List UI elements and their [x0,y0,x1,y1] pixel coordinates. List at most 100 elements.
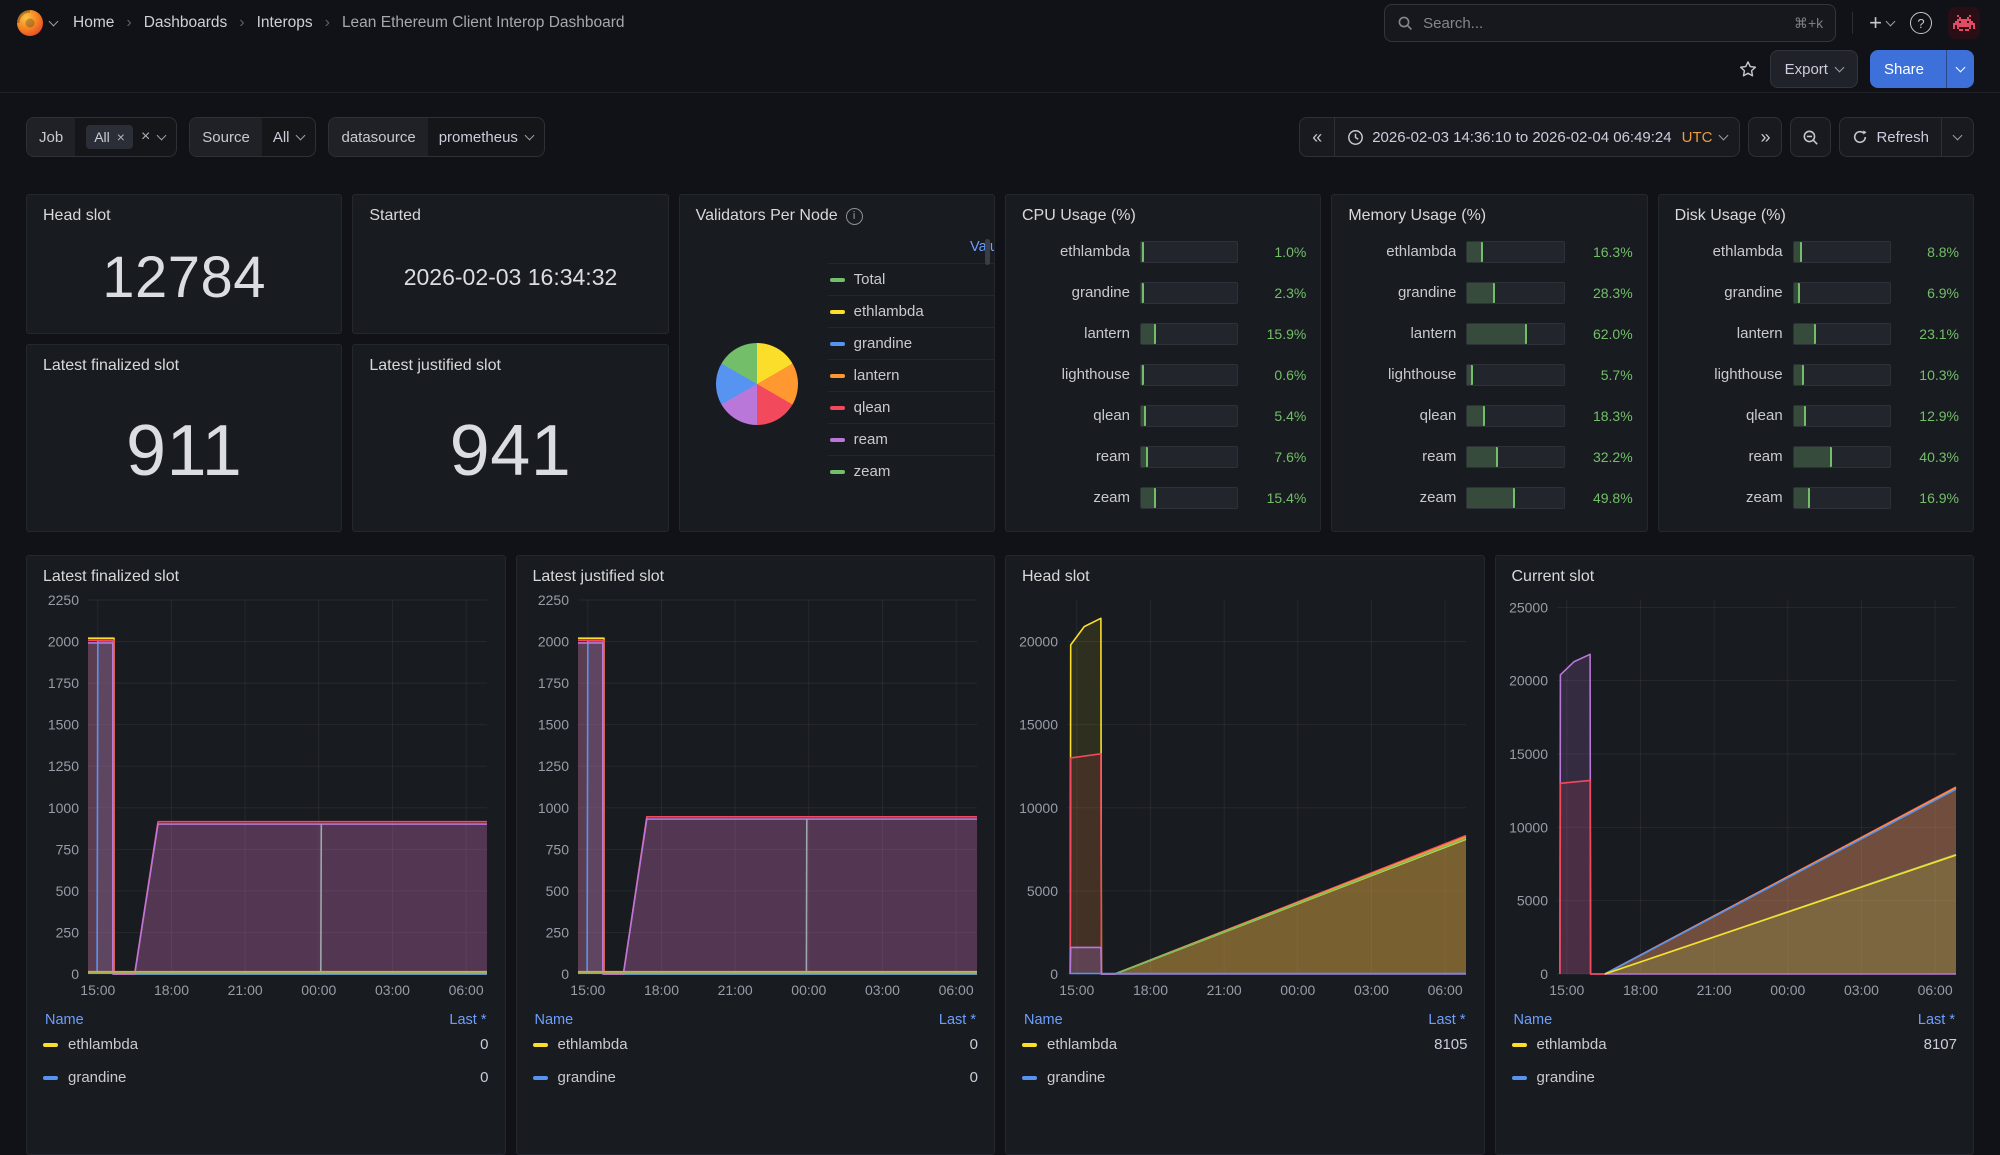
time-range-picker[interactable]: 2026-02-03 14:36:10 to 2026-02-04 06:49:… [1334,118,1739,156]
legend-item[interactable]: qlean [828,391,995,423]
add-button[interactable]: + [1869,12,1894,34]
legend-name-header[interactable]: Name [535,1012,574,1028]
panel-title[interactable]: Latest finalized slot [27,345,341,375]
panel-title[interactable]: Latest finalized slot [27,556,505,586]
time-shift-back-button[interactable]: « [1300,118,1334,156]
legend-item[interactable]: lantern [828,359,995,391]
legend-row[interactable]: ethlambda0 [533,1028,979,1061]
gauge-row: lighthouse5.7% [1346,354,1632,395]
source-filter[interactable]: Source All [189,117,316,157]
breadcrumb-item[interactable]: Home [73,14,114,32]
search-box[interactable]: ⌘+k [1384,4,1836,42]
panel-title[interactable]: CPU Usage (%) [1006,195,1320,225]
controls-row: Job All × × Source All datasource promet… [0,93,2000,157]
time-shift-forward-button[interactable]: » [1748,117,1782,157]
gauge-row: ethlambda8.8% [1673,231,1959,272]
panel-title[interactable]: Memory Usage (%) [1332,195,1646,225]
legend-item[interactable]: ethlambda [828,295,995,327]
clear-filter-icon[interactable]: × [141,129,150,145]
legend-item[interactable]: zeam [828,455,995,487]
legend-name-header[interactable]: Name [1024,1012,1063,1028]
panel-title[interactable]: Validators Per Node i [680,195,994,225]
pie-chart[interactable] [716,343,798,425]
dashboard-toolbar: Export Share [0,46,2000,93]
legend-name-header[interactable]: Name [45,1012,84,1028]
legend-name-header[interactable]: Name [1514,1012,1553,1028]
legend-last-header[interactable]: Last * [1918,1012,1955,1028]
chevron-down-icon [524,130,534,140]
panel-title[interactable]: Current slot [1496,556,1974,586]
legend-value-header[interactable]: Value [828,235,995,263]
gauge-label: grandine [1673,284,1783,301]
legend-last-header[interactable]: Last * [939,1012,976,1028]
gauge-bar-fill [1794,365,1804,385]
time-range-text: 2026-02-03 14:36:10 to 2026-02-04 06:49:… [1372,129,1671,146]
breadcrumb-item[interactable]: Dashboards [144,14,228,32]
svg-text:06:00: 06:00 [449,982,484,998]
avatar[interactable] [1948,7,1980,39]
legend-row[interactable]: ethlambda0 [43,1028,489,1061]
job-filter-tag[interactable]: All × [86,125,133,149]
legend-last-header[interactable]: Last * [449,1012,486,1028]
help-icon[interactable]: ? [1910,12,1932,34]
legend-value: 0 [970,1069,978,1086]
gauge-row: lighthouse10.3% [1673,354,1959,395]
time-series-chart[interactable]: 050001000015000200002500015:0018:0021:00… [1505,590,1965,1004]
panel-title[interactable]: Head slot [27,195,341,225]
gauge-bar-track [1140,282,1238,304]
export-button[interactable]: Export [1770,50,1858,88]
legend-item[interactable]: grandine [828,327,995,359]
scrollbar-thumb[interactable] [985,239,990,265]
legend-row[interactable]: grandine0 [43,1061,489,1094]
gauge-row: ream7.6% [1020,436,1306,477]
legend-row[interactable]: ethlambda8107 [1512,1028,1958,1061]
search-input[interactable] [1423,15,1784,32]
svg-text:1500: 1500 [48,717,79,733]
datasource-picker[interactable]: datasource prometheus [328,117,544,157]
job-filter[interactable]: Job All × × [26,117,177,157]
grafana-logo[interactable] [16,9,44,37]
refresh-interval-dropdown[interactable] [1941,118,1973,156]
legend-row[interactable]: grandine0 [533,1061,979,1094]
gauge-row: ream40.3% [1673,436,1959,477]
svg-text:03:00: 03:00 [1354,982,1389,998]
share-label[interactable]: Share [1870,50,1938,88]
panel-head-slot: Head slot 12784 [26,194,342,334]
legend-last-header[interactable]: Last * [1428,1012,1465,1028]
time-series-chart[interactable]: 025050075010001250150017502000225015:001… [526,590,986,1004]
remove-tag-icon[interactable]: × [117,130,125,144]
panel-title[interactable]: Latest justified slot [353,345,667,375]
share-button[interactable]: Share [1870,50,1974,88]
gauge-row: lantern23.1% [1673,313,1959,354]
legend-item[interactable]: Total [828,263,995,295]
series-color-marker [830,278,845,282]
panel-title[interactable]: Started [353,195,667,225]
svg-text:10000: 10000 [1019,800,1058,816]
time-series-chart[interactable]: 025050075010001250150017502000225015:001… [36,590,496,1004]
panel-title[interactable]: Disk Usage (%) [1659,195,1973,225]
panel-title[interactable]: Head slot [1006,556,1484,586]
chevron-down-icon[interactable] [49,16,59,26]
gauge-value: 18.3% [1575,408,1633,424]
gauge-row: ream32.2% [1346,436,1632,477]
gauge-bar-track [1466,364,1564,386]
breadcrumb-item[interactable]: Interops [257,14,313,32]
panel-current-slot-chart: Current slot 050001000015000200002500015… [1495,555,1975,1155]
legend-row[interactable]: grandine [1512,1061,1958,1094]
svg-text:18:00: 18:00 [1133,982,1168,998]
legend-row[interactable]: ethlambda8105 [1022,1028,1468,1061]
svg-text:2250: 2250 [537,592,568,608]
refresh-button[interactable]: Refresh [1840,118,1941,156]
svg-text:20000: 20000 [1509,673,1548,689]
info-icon[interactable]: i [846,208,863,225]
share-dropdown[interactable] [1946,50,1974,88]
gauge-row: grandine6.9% [1673,272,1959,313]
gauge-bar-track [1793,282,1891,304]
legend-row[interactable]: grandine [1022,1061,1468,1094]
panel-title[interactable]: Latest justified slot [517,556,995,586]
time-series-chart[interactable]: 0500010000150002000015:0018:0021:0000:00… [1015,590,1475,1004]
star-button[interactable] [1738,59,1758,79]
legend-item[interactable]: ream [828,423,995,455]
double-chevron-left-icon: « [1312,128,1322,146]
zoom-out-button[interactable] [1790,117,1831,157]
